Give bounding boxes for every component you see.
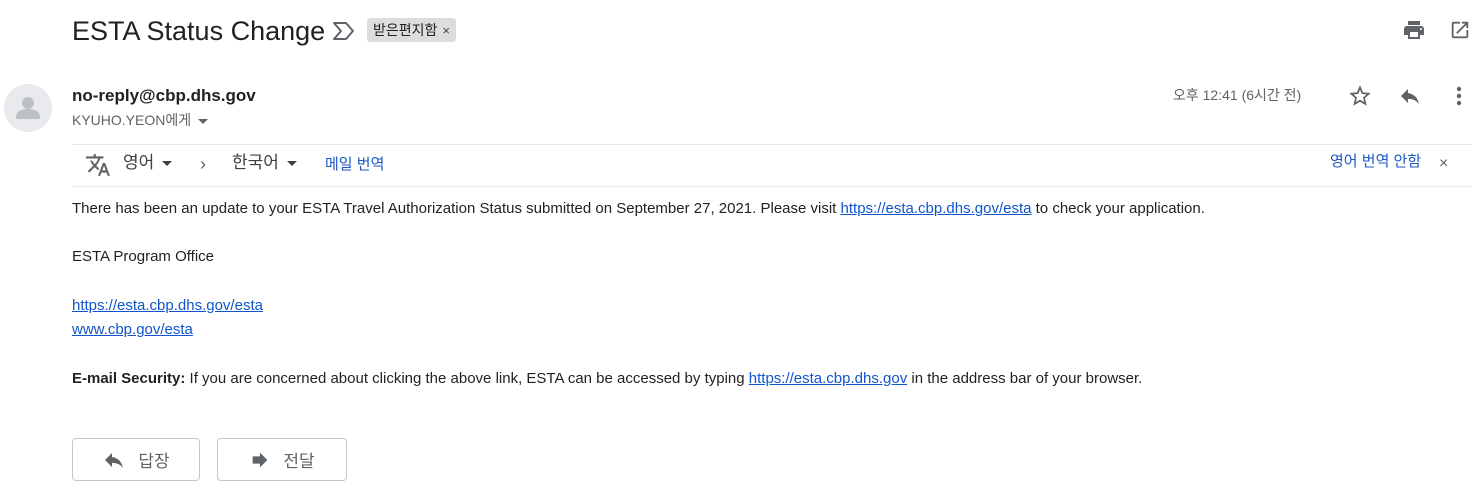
chevron-right-icon: › <box>200 154 206 174</box>
body-signature: ESTA Program Office <box>72 248 214 265</box>
reply-arrow-icon <box>105 452 124 468</box>
chevron-down-icon <box>162 161 173 167</box>
forward-button-label: 전달 <box>283 452 315 471</box>
body-paragraph-update: There has been an update to your ESTA Tr… <box>72 199 1205 219</box>
body-link-line: https://esta.cbp.dhs.gov/esta <box>72 296 263 316</box>
star-outline-icon[interactable] <box>1347 83 1373 109</box>
esta-home-link[interactable]: https://esta.cbp.dhs.gov <box>749 370 907 387</box>
body-text: in the address bar of your browser. <box>907 370 1143 387</box>
open-in-new-window-icon[interactable] <box>1449 19 1471 41</box>
security-label: E-mail Security: <box>72 370 186 387</box>
inbox-label-chip: 받은편지함 × <box>367 18 456 42</box>
target-language-label: 한국어 <box>232 153 279 172</box>
remove-label-button[interactable]: × <box>442 23 450 38</box>
sender-email[interactable]: no-reply@cbp.dhs.gov <box>72 85 256 107</box>
close-translation-bar-button[interactable]: × <box>1439 153 1448 175</box>
body-paragraph-security: E-mail Security: If you are concerned ab… <box>72 369 1142 389</box>
reply-arrow-icon[interactable] <box>1397 84 1423 108</box>
chevron-down-icon <box>198 118 209 124</box>
translate-icon <box>86 154 110 176</box>
source-language-label: 영어 <box>123 153 155 172</box>
cbp-link[interactable]: www.cbp.gov/esta <box>72 321 193 338</box>
source-language-select[interactable]: 영어 <box>123 151 173 175</box>
default-person-avatar-icon <box>4 84 52 132</box>
reply-button-label: 답장 <box>138 452 170 471</box>
body-text: to check your application. <box>1031 200 1205 217</box>
chevron-down-icon <box>286 161 297 167</box>
esta-link-inline[interactable]: https://esta.cbp.dhs.gov/esta <box>841 200 1032 217</box>
translate-message-link[interactable]: 메일 번역 <box>325 154 384 176</box>
forward-button[interactable]: 전달 <box>217 438 347 481</box>
inbox-label-text: 받은편지함 <box>373 22 438 38</box>
importance-marker-icon[interactable] <box>331 20 357 42</box>
body-link-line: www.cbp.gov/esta <box>72 320 193 340</box>
email-subject: ESTA Status Change <box>72 16 326 46</box>
recipient-label: KYUHO.YEON에게 <box>72 112 192 128</box>
forward-arrow-icon <box>253 452 268 467</box>
never-translate-link[interactable]: 영어 번역 안함 <box>1330 151 1421 173</box>
more-vertical-icon[interactable] <box>1448 84 1470 108</box>
reply-button[interactable]: 답장 <box>72 438 200 481</box>
target-language-select[interactable]: 한국어 <box>232 151 297 175</box>
body-text: If you are concerned about clicking the … <box>185 370 749 387</box>
recipient-details-toggle[interactable]: KYUHO.YEON에게 <box>72 110 209 130</box>
print-icon[interactable] <box>1402 18 1426 42</box>
esta-link[interactable]: https://esta.cbp.dhs.gov/esta <box>72 297 263 314</box>
email-timestamp: 오후 12:41 (6시간 전) <box>1173 87 1302 103</box>
body-text: There has been an update to your ESTA Tr… <box>72 200 841 217</box>
